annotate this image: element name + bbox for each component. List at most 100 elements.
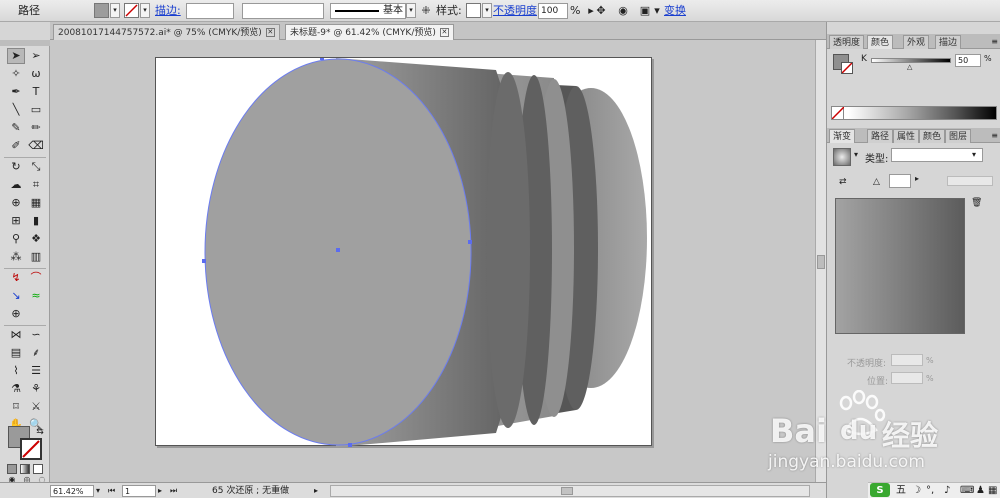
first-artboard-icon[interactable]: ⏮ — [108, 485, 115, 497]
horizontal-scrollbar[interactable] — [330, 485, 810, 497]
tab-pathfinder[interactable]: 路径 — [867, 129, 894, 143]
free-transform-tool-icon[interactable]: ⌗ — [27, 177, 45, 193]
reverse-gradient-icon[interactable]: ⇄ — [839, 177, 847, 187]
slice-tool-icon[interactable]: ∽ — [27, 327, 45, 343]
artboard-tool-icon[interactable]: ⋈ — [7, 327, 25, 343]
stroke-color-box[interactable] — [20, 438, 42, 460]
crop-tool-icon[interactable]: ⌑ — [7, 399, 25, 415]
tab-document-2[interactable]: 未标题-9* @ 61.42% (CMYK/预览) ✕ — [285, 24, 454, 40]
recolor-icon[interactable]: ⁜ — [419, 3, 433, 19]
gradient-tool-icon[interactable]: ▮ — [27, 213, 45, 229]
rectangle-tool-icon[interactable]: ▭ — [27, 102, 45, 118]
graph-line-tool-icon[interactable]: ⌇ — [7, 363, 25, 379]
swap-colors-icon[interactable]: ⇆ — [34, 424, 46, 440]
brush-dropdown[interactable]: ▾ — [406, 3, 416, 18]
pen-tool-icon[interactable]: ✒ — [7, 84, 25, 100]
toolbox-grip[interactable] — [0, 40, 50, 46]
gradient-button-icon[interactable] — [20, 464, 30, 474]
magic-wand-tool-icon[interactable]: ✧ — [7, 66, 25, 82]
crosshair-tool-icon[interactable]: ⊕ — [7, 306, 25, 322]
mesh-tool-icon[interactable]: ⊞ — [7, 213, 25, 229]
gradient-slider-preview[interactable] — [835, 198, 965, 334]
stop-location-field[interactable] — [891, 372, 923, 384]
column-graph-tool-icon[interactable]: ▥ — [27, 249, 45, 265]
none-button-icon[interactable] — [33, 464, 43, 474]
gradient-preview-swatch[interactable] — [833, 148, 851, 166]
k-value-field[interactable]: 50 — [955, 54, 981, 67]
transform-link[interactable]: 变换 — [664, 3, 686, 19]
type-dropdown-icon[interactable]: ▾ — [972, 150, 976, 159]
live-paint-bucket-icon[interactable]: ⚗ — [7, 381, 25, 397]
blend-tool-icon[interactable]: ❖ — [27, 231, 45, 247]
aspect-ratio-icon[interactable]: ▸ — [915, 174, 919, 183]
perspective-grid-tool-icon[interactable]: ▦ — [27, 195, 45, 211]
ime-mode-label[interactable]: 五 — [896, 483, 906, 498]
tab-transparency[interactable]: 透明度 — [829, 35, 865, 49]
grid-icon[interactable]: ▦ — [988, 483, 997, 498]
anchor-point-right[interactable] — [468, 240, 472, 244]
zoom-field[interactable]: 61.42% — [50, 485, 94, 497]
tab-attributes[interactable]: 属性 — [893, 129, 920, 143]
keyboard-icon[interactable]: ⌨ — [960, 483, 974, 498]
document-canvas[interactable] — [50, 40, 815, 482]
fill-dropdown[interactable]: ▾ — [110, 3, 120, 18]
isolate-icon[interactable]: ◉ — [616, 3, 630, 19]
vertical-area-type-icon[interactable]: ↯ — [7, 270, 25, 286]
angle-field[interactable] — [889, 174, 911, 188]
artboard[interactable] — [155, 56, 652, 447]
tab-document-1[interactable]: 20081017144757572.ai* @ 75% (CMYK/预览) ✕ — [53, 24, 280, 40]
tab-appearance[interactable]: 外观 — [903, 35, 930, 49]
panel-menu-icon[interactable]: ≡ — [991, 36, 998, 47]
scrollbar-thumb[interactable] — [817, 255, 825, 269]
close-icon[interactable]: ✕ — [439, 28, 449, 37]
aspect-ratio-field[interactable] — [947, 176, 993, 186]
graphic-style-dropdown[interactable]: ▾ — [482, 3, 492, 18]
direct-selection-tool-icon[interactable]: ➢ — [27, 48, 45, 64]
slider-handle-icon[interactable]: △ — [907, 63, 912, 71]
mic-icon[interactable]: ♪ — [944, 483, 950, 498]
lasso-tool-icon[interactable]: ω — [27, 66, 45, 82]
gradient-swatch-dropdown-icon[interactable]: ▾ — [854, 150, 858, 159]
anchor-point-bottom[interactable] — [348, 443, 352, 447]
live-paint-selection-icon[interactable]: ⚘ — [27, 381, 45, 397]
status-menu-icon[interactable]: ▸ — [314, 485, 318, 497]
eraser-tool-icon[interactable]: ⌫ — [27, 138, 45, 154]
knife-tool-icon[interactable]: ⚔ — [27, 399, 45, 415]
delete-stop-icon[interactable]: 🗑 — [971, 198, 982, 208]
brush-definition[interactable]: 基本 — [330, 3, 406, 19]
none-color-box[interactable] — [831, 106, 845, 120]
zoom-dropdown-icon[interactable]: ▾ — [96, 485, 100, 497]
blob-brush-tool-icon[interactable]: ✐ — [7, 138, 25, 154]
last-artboard-icon[interactable]: ⏭ — [170, 485, 177, 497]
anchor-point-left[interactable] — [202, 259, 206, 263]
tab-color[interactable]: 颜色 — [867, 35, 894, 49]
anchor-point-top[interactable] — [320, 56, 324, 60]
tab-layers[interactable]: 图层 — [945, 129, 972, 143]
color-stroke-swatch[interactable] — [841, 62, 853, 74]
type-tool-icon[interactable]: T — [27, 84, 45, 100]
tab-color-2[interactable]: 颜色 — [919, 129, 946, 143]
graphic-style-swatch[interactable] — [466, 3, 481, 18]
user-icon[interactable]: ♟ — [976, 483, 985, 498]
stroke-swatch[interactable] — [124, 3, 139, 18]
gradient-type-select[interactable] — [891, 148, 983, 162]
spiral-tool-icon[interactable]: ↘ — [7, 288, 25, 304]
tab-stroke[interactable]: 描边 — [935, 35, 962, 49]
scale-tool-icon[interactable]: ⤡ — [27, 159, 45, 175]
stroke-weight-field[interactable] — [186, 3, 234, 19]
variable-width-profile[interactable] — [242, 3, 324, 19]
wave-tool-icon[interactable]: ≈ — [27, 288, 45, 304]
moon-icon[interactable]: ☽ — [912, 483, 921, 498]
color-spectrum[interactable] — [831, 106, 997, 120]
select-similar-icon[interactable]: ✥ — [594, 3, 608, 19]
selection-tool-icon[interactable]: ➤ — [7, 48, 25, 64]
warp-tool-icon[interactable]: ☁ — [7, 177, 25, 193]
symbol-sprayer-tool-icon[interactable]: ⁂ — [7, 249, 25, 265]
path-erase-tool-icon[interactable]: ⸙ — [27, 345, 45, 361]
stop-opacity-field[interactable] — [891, 354, 923, 366]
eyedropper-tool-icon[interactable]: ⚲ — [7, 231, 25, 247]
stroke-link[interactable]: 描边: — [155, 3, 181, 19]
stroke-dropdown[interactable]: ▾ — [140, 3, 150, 18]
center-point[interactable] — [336, 248, 340, 252]
ime-logo-icon[interactable]: S — [870, 483, 890, 497]
